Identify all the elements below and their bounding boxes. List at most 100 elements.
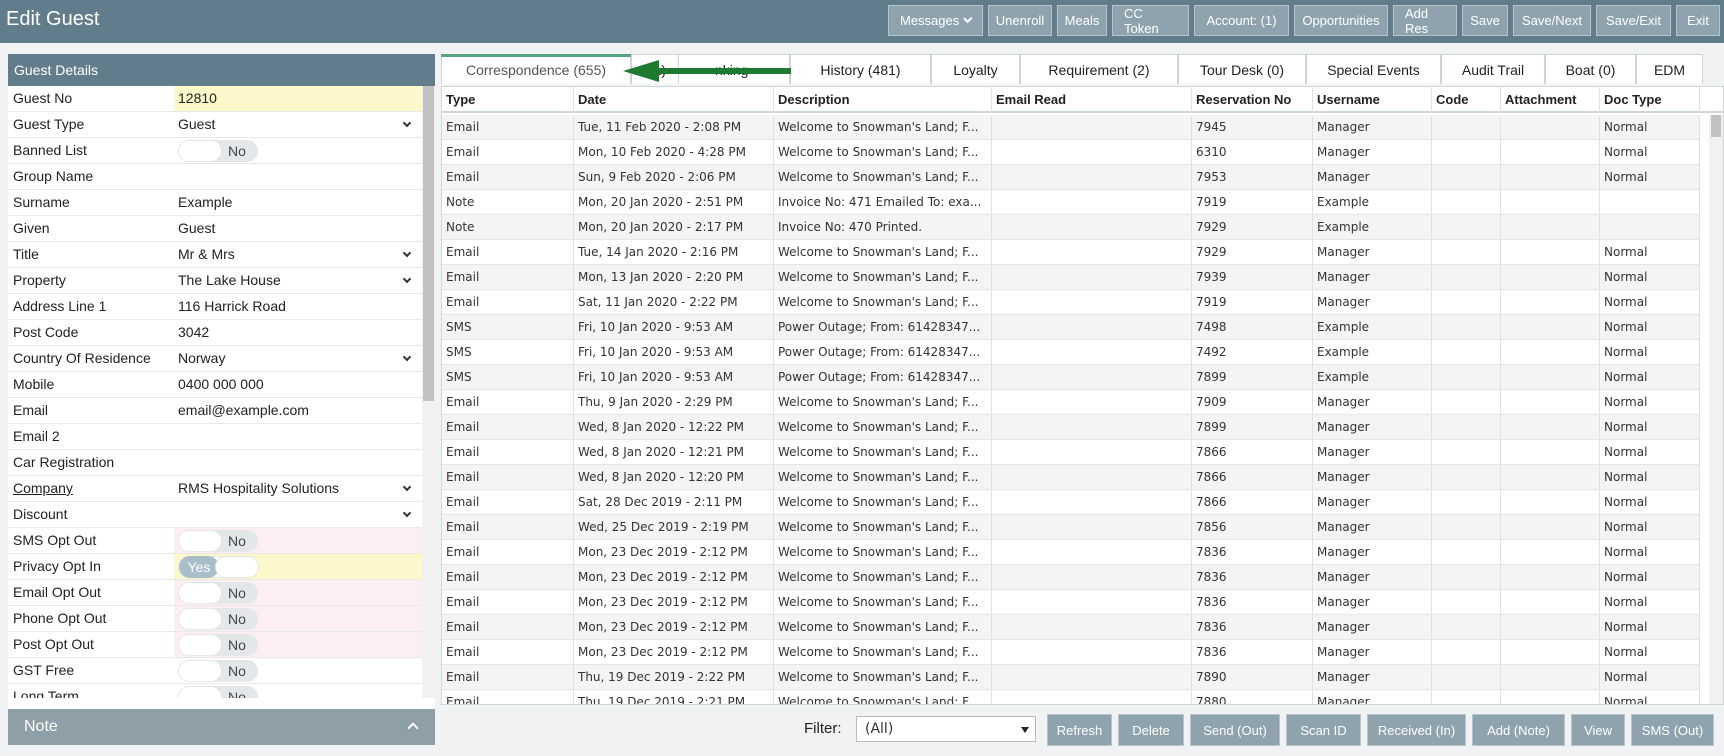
table-row[interactable]: SMS Fri, 10 Jan 2020 - 9:53 AM Power Outag… [442,365,1700,390]
column-header[interactable]: Description [774,87,992,113]
table-row[interactable]: Email Mon, 23 Dec 2019 - 2:12 PM Welcome t… [442,540,1700,565]
table-row[interactable]: Email Mon, 23 Dec 2019 - 2:12 PM Welcome t… [442,565,1700,590]
field-value-toggle[interactable]: No [174,632,422,657]
table-row[interactable]: Email Thu, 19 Dec 2019 - 2:21 PM Welcome t… [442,690,1700,704]
exit-button[interactable]: Exit [1676,5,1720,36]
field-value-select[interactable]: The Lake House [174,268,422,293]
column-header[interactable]: Date [574,87,774,113]
field-value-toggle[interactable]: No [174,528,422,553]
table-row[interactable]: Email Mon, 23 Dec 2019 - 2:12 PM Welcome t… [442,640,1700,665]
field-value-text[interactable] [174,450,422,475]
messages-button[interactable]: Messages [888,5,983,36]
delete-button[interactable]: Delete [1118,714,1184,746]
received-in-button[interactable]: Received (In) [1367,714,1466,746]
field-value-select[interactable]: RMS Hospitality Solutions [174,476,422,501]
field-value-text[interactable]: email@example.com [174,398,422,423]
field-value-select[interactable]: Norway [174,346,422,371]
table-row[interactable]: Email Sun, 9 Feb 2020 - 2:06 PM Welcome to… [442,165,1700,190]
column-header[interactable]: Username [1313,87,1432,113]
unenroll-button[interactable]: Unenroll [988,5,1052,36]
sms-out-button[interactable]: SMS (Out) [1631,714,1714,746]
field-value-text[interactable]: Guest [174,216,422,241]
toggle-switch[interactable]: No [178,582,258,604]
filter-select[interactable]: (All) [856,716,1036,742]
account-button[interactable]: Account: (1) [1194,5,1289,36]
send-out-button[interactable]: Send (Out) [1190,714,1280,746]
field-value-text[interactable]: 116 Harrick Road [174,294,422,319]
scan-id-button[interactable]: Scan ID [1286,714,1361,746]
save-next-button[interactable]: Save/Next [1513,5,1591,36]
toggle-switch[interactable]: No [178,140,258,162]
field-value-text[interactable]: Example [174,190,422,215]
table-row[interactable]: Email Mon, 23 Dec 2019 - 2:12 PM Welcome t… [442,590,1700,615]
tab-special-events[interactable]: Special Events [1306,54,1441,84]
save-button[interactable]: Save [1462,5,1508,36]
toggle-switch[interactable]: Yes [178,556,259,578]
column-header[interactable]: Doc Type [1600,87,1700,113]
table-row[interactable]: Email Sat, 11 Jan 2020 - 2:22 PM Welcome t… [442,290,1700,315]
toggle-switch[interactable]: No [178,634,258,656]
cc-token-button[interactable]: CC Token [1112,5,1189,36]
note-section-toggle[interactable]: Note [8,709,435,745]
table-row[interactable]: Email Mon, 13 Jan 2020 - 2:20 PM Welcome t… [442,265,1700,290]
table-row[interactable]: Note Mon, 20 Jan 2020 - 2:17 PM Invoice No… [442,215,1700,240]
field-value-toggle[interactable]: No [174,606,422,631]
table-row[interactable]: Email Wed, 25 Dec 2019 - 2:19 PM Welcome t… [442,515,1700,540]
field-value-text[interactable] [174,424,422,449]
field-value-text[interactable]: 3042 [174,320,422,345]
grid-scrollbar[interactable] [1709,115,1723,704]
field-value-text[interactable]: 12810 [174,86,422,111]
table-row[interactable]: Email Wed, 8 Jan 2020 - 12:20 PM Welcome t… [442,465,1700,490]
toggle-switch[interactable]: No [178,660,258,682]
tab-requirement[interactable]: Requirement (2) [1020,54,1178,84]
field-value-select[interactable]: Mr & Mrs [174,242,422,267]
add-res-button[interactable]: Add Res [1393,5,1457,36]
tab-edm[interactable]: EDM [1636,54,1703,84]
table-row[interactable]: Email Wed, 8 Jan 2020 - 12:21 PM Welcome t… [442,440,1700,465]
table-row[interactable]: Email Tue, 11 Feb 2020 - 2:08 PM Welcome t… [442,115,1700,140]
scrollbar-thumb[interactable] [1711,115,1721,137]
table-row[interactable]: SMS Fri, 10 Jan 2020 - 9:53 AM Power Outag… [442,340,1700,365]
column-header[interactable]: Reservation No [1192,87,1313,113]
field-value-toggle[interactable]: No [174,684,422,698]
field-value-toggle[interactable]: No [174,658,422,683]
table-row[interactable]: Email Tue, 14 Jan 2020 - 2:16 PM Welcome t… [442,240,1700,265]
column-header[interactable]: Attachment [1501,87,1600,113]
table-row[interactable]: Email Thu, 9 Jan 2020 - 2:29 PM Welcome to… [442,390,1700,415]
table-row[interactable]: Email Mon, 10 Feb 2020 - 4:28 PM Welcome t… [442,140,1700,165]
table-row[interactable]: Note Mon, 20 Jan 2020 - 2:51 PM Invoice No… [442,190,1700,215]
field-value-text[interactable] [174,164,422,189]
tab-tour-desk[interactable]: Tour Desk (0) [1178,54,1306,84]
field-value-toggle[interactable]: No [174,580,422,605]
column-header[interactable]: Type [442,87,574,113]
table-row[interactable]: Email Mon, 23 Dec 2019 - 2:12 PM Welcome t… [442,615,1700,640]
field-label[interactable]: Company [8,476,174,501]
opportunities-button[interactable]: Opportunities [1294,5,1388,36]
tab-audit-trail[interactable]: Audit Trail [1441,54,1545,84]
table-row[interactable]: Email Sat, 28 Dec 2019 - 2:11 PM Welcome t… [442,490,1700,515]
tab-correspondence[interactable]: Correspondence (655) [441,54,631,84]
column-header[interactable]: Code [1432,87,1501,113]
save-exit-button[interactable]: Save/Exit [1596,5,1671,36]
table-row[interactable]: Email Thu, 19 Dec 2019 - 2:22 PM Welcome t… [442,665,1700,690]
guest-details-scrollbar[interactable] [422,86,435,698]
field-value-select[interactable]: Guest [174,112,422,137]
table-row[interactable]: Email Wed, 8 Jan 2020 - 12:22 PM Welcome t… [442,415,1700,440]
scrollbar-thumb[interactable] [423,86,434,401]
column-header[interactable]: Email Read [992,87,1192,113]
field-value-select[interactable] [174,502,422,527]
toggle-switch[interactable]: No [178,530,258,552]
view-button[interactable]: View [1571,714,1625,746]
tab-history[interactable]: History (481) [790,54,931,84]
field-value-toggle[interactable]: Yes [174,554,422,579]
meals-button[interactable]: Meals [1057,5,1107,36]
add-note-button[interactable]: Add (Note) [1472,714,1565,746]
field-value-toggle[interactable]: No [174,138,422,163]
toggle-switch[interactable]: No [178,608,258,630]
field-value-text[interactable]: 0400 000 000 [174,372,422,397]
tab-loyalty[interactable]: Loyalty [931,54,1020,84]
toggle-switch[interactable]: No [178,686,258,698]
table-row[interactable]: SMS Fri, 10 Jan 2020 - 9:53 AM Power Outag… [442,315,1700,340]
refresh-button[interactable]: Refresh [1047,714,1112,746]
tab-boat[interactable]: Boat (0) [1545,54,1636,84]
